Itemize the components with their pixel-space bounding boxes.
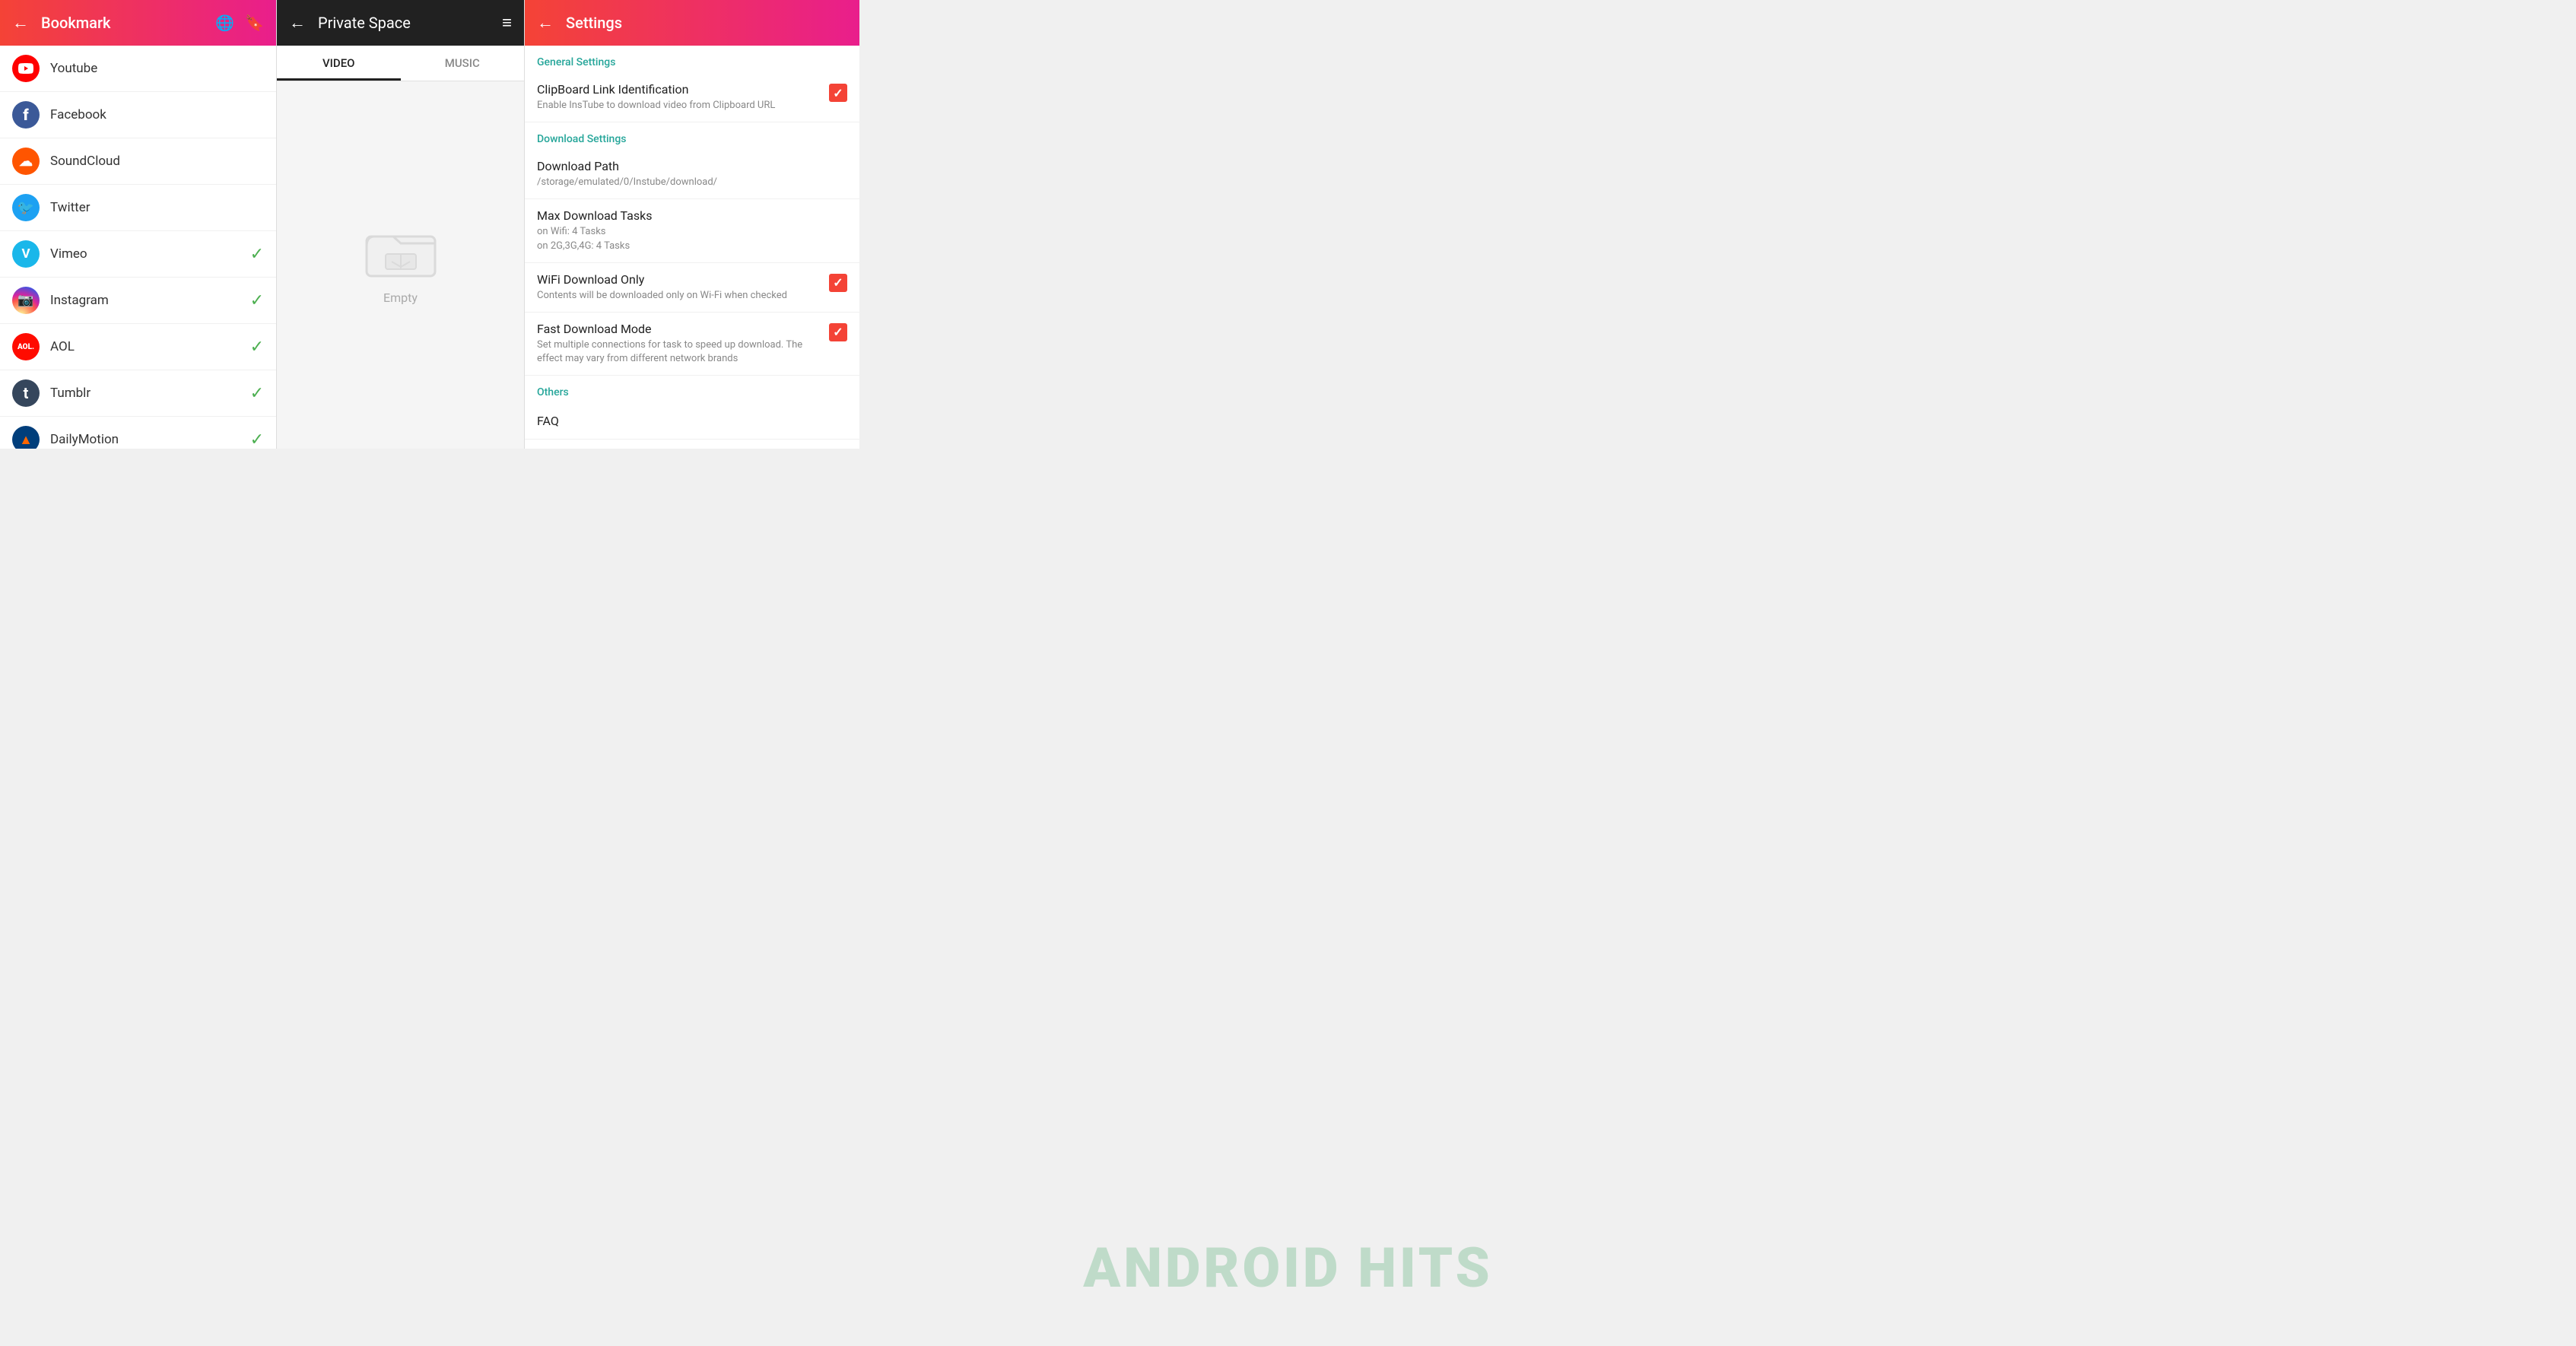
item-title: Max Download Tasks — [537, 208, 838, 223]
settings-list: General Settings ClipBoard Link Identifi… — [525, 46, 859, 449]
back-icon[interactable]: ← — [289, 13, 306, 33]
list-item[interactable]: AOL. AOL ✓ — [0, 324, 276, 370]
item-text: WiFi Download Only Contents will be down… — [537, 272, 829, 303]
item-title: Fast Download Mode — [537, 322, 820, 336]
item-title: FAQ — [537, 414, 847, 428]
settings-title: Settings — [566, 14, 622, 32]
item-subtitle: on Wifi: 4 Tasks on 2G,3G,4G: 4 Tasks — [537, 225, 838, 252]
checkbox-fast-download[interactable] — [829, 323, 847, 341]
list-item[interactable]: V Vimeo ✓ — [0, 231, 276, 278]
settings-item-clipboard[interactable]: ClipBoard Link Identification Enable Ins… — [525, 73, 859, 122]
check-icon: ✓ — [250, 291, 264, 310]
bookmark-header-icons: 🌐 🔖 — [215, 14, 264, 32]
settings-item-download-path[interactable]: Download Path /storage/emulated/0/Instub… — [525, 150, 859, 199]
settings-panel: ← Settings General Settings ClipBoard Li… — [525, 0, 859, 449]
item-subtitle: Set multiple connections for task to spe… — [537, 338, 820, 366]
empty-folder-icon — [363, 225, 439, 278]
settings-item-eula[interactable]: End User License Agreement — [525, 440, 859, 449]
item-text: Max Download Tasks on Wifi: 4 Tasks on 2… — [537, 208, 847, 252]
site-name: DailyMotion — [50, 432, 250, 447]
empty-label: Empty — [383, 290, 418, 305]
site-name: AOL — [50, 339, 250, 354]
site-name: Twitter — [50, 200, 264, 215]
item-title: Download Path — [537, 159, 838, 173]
checkbox-wifi[interactable] — [829, 274, 847, 292]
private-space-panel: ← Private Space ≡ VIDEO MUSIC Empty — [276, 0, 525, 449]
list-item[interactable]: 🐦 Twitter — [0, 185, 276, 231]
back-icon[interactable]: ← — [12, 13, 29, 33]
bookmark-icon[interactable]: 🔖 — [245, 14, 264, 32]
item-text: Fast Download Mode Set multiple connecti… — [537, 322, 829, 366]
site-name: Youtube — [50, 61, 264, 76]
site-name: Facebook — [50, 107, 264, 122]
instagram-icon: 📷 — [12, 287, 40, 314]
list-item[interactable]: ☁ SoundCloud — [0, 138, 276, 185]
item-subtitle: /storage/emulated/0/Instube/download/ — [537, 176, 838, 189]
others-title: Others — [525, 376, 859, 403]
item-title: WiFi Download Only — [537, 272, 820, 287]
item-title: ClipBoard Link Identification — [537, 82, 820, 97]
check-icon: ✓ — [250, 384, 264, 403]
tumblr-icon: t — [12, 379, 40, 407]
private-tabs: VIDEO MUSIC — [277, 46, 524, 81]
aol-icon: AOL. — [12, 333, 40, 360]
list-item[interactable]: Youtube — [0, 46, 276, 92]
list-item[interactable]: t Tumblr ✓ — [0, 370, 276, 417]
bookmark-title: Bookmark — [41, 14, 203, 32]
site-name: Instagram — [50, 293, 250, 308]
menu-icon[interactable]: ≡ — [502, 13, 512, 33]
list-item[interactable]: ▲ DailyMotion ✓ — [0, 417, 276, 449]
settings-item-fast-download[interactable]: Fast Download Mode Set multiple connecti… — [525, 313, 859, 376]
bookmark-header: ← Bookmark 🌐 🔖 — [0, 0, 276, 46]
soundcloud-icon: ☁ — [12, 148, 40, 175]
site-name: Tumblr — [50, 386, 250, 401]
check-icon: ✓ — [250, 338, 264, 357]
item-text: ClipBoard Link Identification Enable Ins… — [537, 82, 829, 113]
checkbox-clipboard[interactable] — [829, 84, 847, 102]
youtube-icon — [12, 55, 40, 82]
private-space-title: Private Space — [318, 14, 490, 32]
private-header: ← Private Space ≡ — [277, 0, 524, 46]
settings-item-faq[interactable]: FAQ — [525, 403, 859, 440]
facebook-icon: f — [12, 101, 40, 129]
settings-item-wifi-only[interactable]: WiFi Download Only Contents will be down… — [525, 263, 859, 313]
settings-header: ← Settings — [525, 0, 859, 46]
check-icon: ✓ — [250, 245, 264, 264]
item-text: Download Path /storage/emulated/0/Instub… — [537, 159, 847, 189]
check-icon: ✓ — [250, 430, 264, 449]
general-settings-title: General Settings — [525, 46, 859, 73]
site-name: Vimeo — [50, 246, 250, 262]
list-item[interactable]: 📷 Instagram ✓ — [0, 278, 276, 324]
site-name: SoundCloud — [50, 154, 264, 169]
vimeo-icon: V — [12, 240, 40, 268]
download-settings-title: Download Settings — [525, 122, 859, 150]
back-icon[interactable]: ← — [537, 13, 554, 33]
dailymotion-icon: ▲ — [12, 426, 40, 449]
tab-music[interactable]: MUSIC — [401, 46, 525, 81]
globe-icon[interactable]: 🌐 — [215, 14, 234, 32]
list-item[interactable]: f Facebook — [0, 92, 276, 138]
item-subtitle: Enable InsTube to download video from Cl… — [537, 99, 820, 113]
bookmark-list: Youtube f Facebook ☁ SoundCloud 🐦 Twitte… — [0, 46, 276, 449]
settings-item-max-tasks[interactable]: Max Download Tasks on Wifi: 4 Tasks on 2… — [525, 199, 859, 262]
bookmark-panel: ← Bookmark 🌐 🔖 Youtube f Facebook ☁ Soun… — [0, 0, 276, 449]
private-content: Empty — [277, 81, 524, 449]
tab-video[interactable]: VIDEO — [277, 46, 401, 81]
twitter-icon: 🐦 — [12, 194, 40, 221]
watermark: ANDROID HITS — [1083, 1236, 1492, 1300]
item-subtitle: Contents will be downloaded only on Wi-F… — [537, 289, 820, 303]
